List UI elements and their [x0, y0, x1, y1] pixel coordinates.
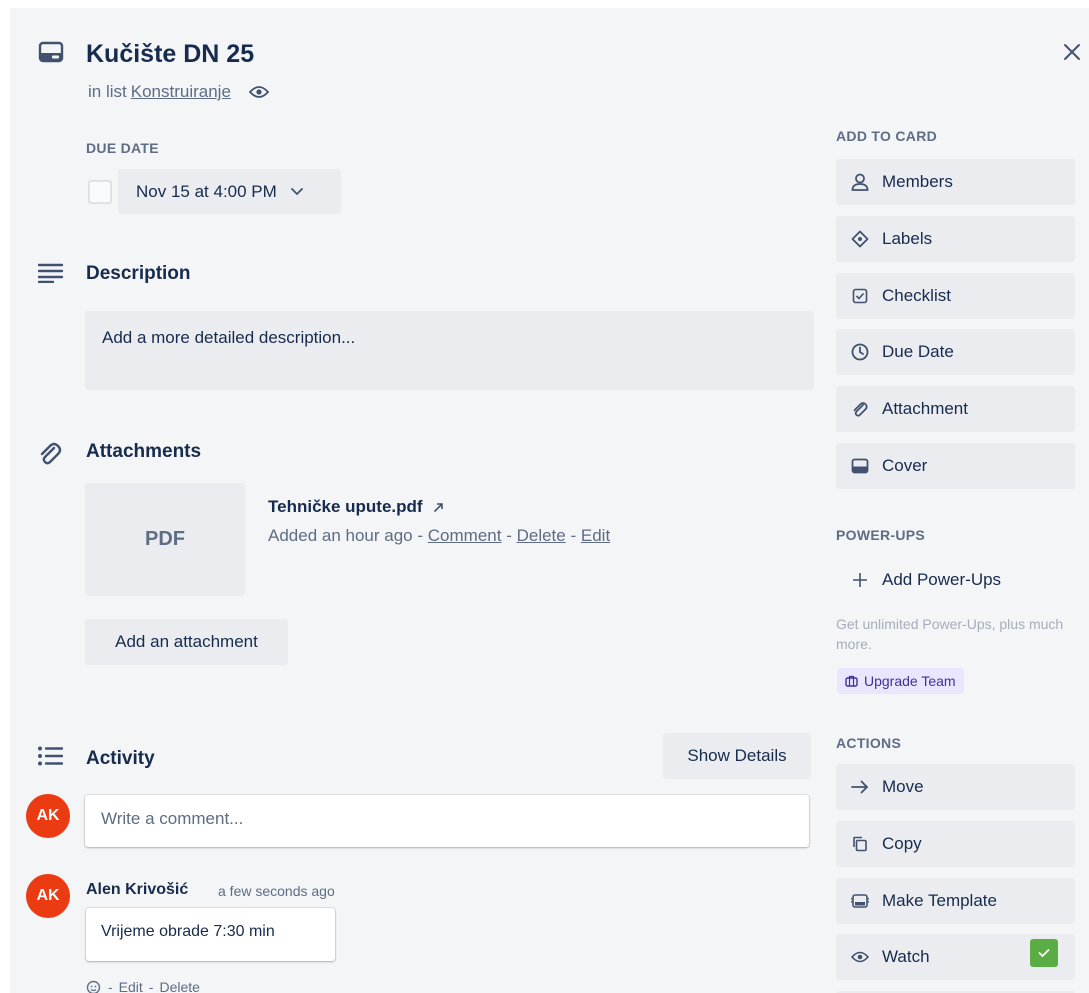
description-title: Description	[86, 263, 191, 284]
upgrade-team-button[interactable]: Upgrade Team	[837, 668, 964, 694]
activity-title: Activity	[86, 748, 155, 769]
members-button[interactable]: Members	[836, 159, 1075, 205]
make-template-button[interactable]: Make Template	[836, 878, 1075, 924]
labels-button[interactable]: Labels	[836, 216, 1075, 262]
add-power-ups-label: Add Power-Ups	[882, 570, 1002, 589]
attachment-delete-link[interactable]: Delete	[517, 526, 566, 545]
comment-author[interactable]: Alen Krivošić	[86, 881, 188, 899]
arrow-right-icon	[850, 777, 870, 797]
due-complete-checkbox[interactable]	[88, 180, 112, 204]
clock-icon	[850, 342, 870, 362]
comment-actions: - Edit - Delete	[86, 979, 200, 993]
comment-time[interactable]: a few seconds ago	[218, 883, 335, 899]
move-label: Move	[882, 777, 924, 796]
move-button[interactable]: Move	[836, 764, 1075, 810]
cover-label: Cover	[882, 456, 928, 475]
due-date-sidebar-button[interactable]: Due Date	[836, 329, 1075, 375]
activity-icon	[37, 746, 64, 771]
copy-label: Copy	[882, 834, 922, 853]
avatar[interactable]: AK	[26, 794, 70, 838]
watch-checked-indicator	[1030, 939, 1058, 967]
actions-heading: ACTIONS	[836, 735, 902, 751]
in-list-prefix: in list	[88, 82, 127, 101]
checklist-button[interactable]: Checklist	[836, 273, 1075, 319]
separator: -	[417, 526, 424, 545]
avatar[interactable]: AK	[26, 874, 70, 918]
due-date-value: Nov 15 at 4:00 PM	[136, 181, 277, 201]
tag-icon	[850, 229, 870, 249]
watch-label: Watch	[882, 947, 930, 966]
add-power-ups-button[interactable]: Add Power-Ups	[836, 557, 1075, 603]
template-icon	[850, 891, 870, 911]
separator: -	[506, 526, 512, 545]
description-icon	[37, 263, 64, 288]
paperclip-icon	[38, 441, 62, 472]
show-details-button[interactable]: Show Details	[663, 733, 811, 779]
description-input[interactable]: Add a more detailed description...	[85, 311, 814, 390]
close-icon	[1064, 44, 1080, 60]
comment-input[interactable]: Write a comment...	[85, 795, 809, 847]
separator: -	[108, 979, 113, 993]
separator: -	[148, 979, 154, 993]
checkbox-icon	[850, 286, 870, 306]
attachment-sidebar-button[interactable]: Attachment	[836, 386, 1075, 432]
emoji-reaction-icon[interactable]	[86, 979, 102, 993]
comment-body: Vrijeme obrade 7:30 min	[86, 908, 335, 961]
labels-label: Labels	[882, 229, 933, 248]
checklist-label: Checklist	[882, 286, 951, 305]
due-date-button[interactable]: Nov 15 at 4:00 PM	[118, 169, 341, 214]
briefcase-icon	[845, 675, 858, 687]
attachment-thumbnail[interactable]: PDF	[85, 483, 245, 596]
attachment-comment-link[interactable]: Comment	[428, 526, 502, 545]
card-title[interactable]: Kučište DN 25	[86, 40, 254, 69]
paperclip-icon	[850, 399, 870, 419]
checkmark-icon	[1038, 949, 1050, 958]
in-list-line: in list Konstruiranje	[88, 82, 269, 102]
card-detail-window: Kučište DN 25 in list Konstruiranje DUE …	[10, 8, 1089, 993]
attachment-name-link[interactable]: Tehničke upute.pdf	[268, 497, 444, 517]
eye-icon	[248, 85, 269, 99]
copy-button[interactable]: Copy	[836, 821, 1075, 867]
plus-icon	[850, 570, 870, 590]
members-label: Members	[882, 172, 953, 191]
eye-icon	[850, 947, 870, 967]
copy-icon	[850, 834, 870, 854]
attachment-meta: Added an hour ago - Comment - Delete - E…	[268, 526, 610, 546]
card-icon	[38, 41, 64, 68]
comment-edit-link[interactable]: Edit	[119, 979, 143, 993]
upgrade-team-label: Upgrade Team	[864, 673, 956, 689]
list-name-link[interactable]: Konstruiranje	[131, 82, 231, 102]
chevron-down-icon	[290, 187, 303, 196]
power-ups-heading: POWER-UPS	[836, 527, 926, 543]
comment-delete-link[interactable]: Delete	[159, 979, 199, 993]
attachment-sidebar-label: Attachment	[882, 399, 968, 418]
cover-button[interactable]: Cover	[836, 443, 1075, 489]
make-template-label: Make Template	[882, 891, 997, 910]
power-ups-promo-text: Get unlimited Power-Ups, plus much more.	[836, 616, 1064, 652]
close-button[interactable]	[1052, 32, 1089, 72]
add-to-card-heading: ADD TO CARD	[836, 128, 938, 144]
separator: -	[570, 526, 577, 545]
attachment-added: Added an hour ago	[268, 526, 413, 545]
due-date-sidebar-label: Due Date	[882, 342, 954, 361]
due-date-heading: DUE DATE	[86, 140, 159, 156]
card-icon	[850, 456, 870, 476]
attachments-title: Attachments	[86, 441, 202, 462]
attachment-name: Tehničke upute.pdf	[268, 497, 423, 516]
external-link-icon	[433, 502, 443, 512]
person-icon	[850, 172, 870, 192]
add-attachment-button[interactable]: Add an attachment	[85, 619, 288, 665]
attachment-edit-link[interactable]: Edit	[581, 526, 610, 545]
